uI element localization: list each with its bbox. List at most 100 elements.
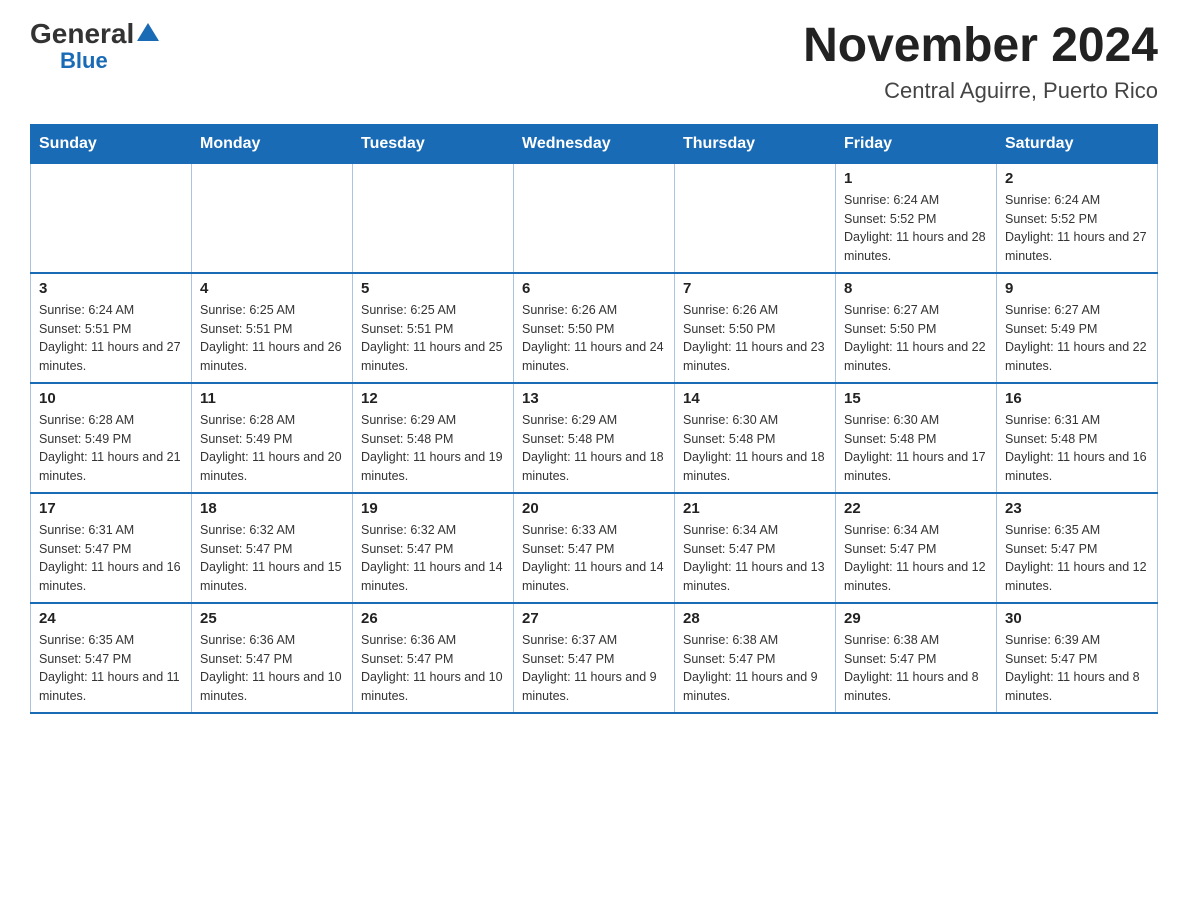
- day-info: Sunrise: 6:28 AMSunset: 5:49 PMDaylight:…: [200, 411, 344, 486]
- day-number: 21: [683, 500, 827, 517]
- logo: General Blue: [30, 20, 159, 74]
- day-number: 22: [844, 500, 988, 517]
- weekday-header-friday: Friday: [836, 124, 997, 163]
- calendar-cell: 30Sunrise: 6:39 AMSunset: 5:47 PMDayligh…: [997, 603, 1158, 713]
- day-info: Sunrise: 6:34 AMSunset: 5:47 PMDaylight:…: [683, 521, 827, 596]
- calendar-cell: 19Sunrise: 6:32 AMSunset: 5:47 PMDayligh…: [353, 493, 514, 603]
- day-info: Sunrise: 6:32 AMSunset: 5:47 PMDaylight:…: [361, 521, 505, 596]
- calendar-cell: 3 Sunrise: 6:24 AMSunset: 5:51 PMDaylight…: [31, 273, 192, 383]
- calendar-cell: 16 Sunrise: 6:31 AMSunset: 5:48 PMDayligh…: [997, 383, 1158, 493]
- day-number: 27: [522, 610, 666, 627]
- calendar-cell: 28 Sunrise: 6:38 AMSunset: 5:47 PMDayligh…: [675, 603, 836, 713]
- day-number: 5: [361, 280, 505, 297]
- calendar-cell: 20 Sunrise: 6:33 AMSunset: 5:47 PMDayligh…: [514, 493, 675, 603]
- day-info: Sunrise: 6:25 AMSunset: 5:51 PMDaylight:…: [361, 301, 505, 376]
- day-number: 15: [844, 390, 988, 407]
- weekday-header-sunday: Sunday: [31, 124, 192, 163]
- day-info: Sunrise: 6:31 AMSunset: 5:47 PMDaylight:…: [39, 521, 183, 596]
- calendar-cell: 17 Sunrise: 6:31 AMSunset: 5:47 PMDayligh…: [31, 493, 192, 603]
- calendar-week-row: 1 Sunrise: 6:24 AMSunset: 5:52 PMDaylight…: [31, 163, 1158, 273]
- weekday-header-saturday: Saturday: [997, 124, 1158, 163]
- calendar-cell: 29Sunrise: 6:38 AMSunset: 5:47 PMDayligh…: [836, 603, 997, 713]
- page-title: November 2024: [803, 20, 1158, 73]
- logo-general-text: General: [30, 20, 134, 48]
- day-number: 10: [39, 390, 183, 407]
- day-number: 3: [39, 280, 183, 297]
- day-info: Sunrise: 6:37 AMSunset: 5:47 PMDaylight:…: [522, 631, 666, 706]
- calendar-cell: [514, 163, 675, 273]
- calendar-cell: 9 Sunrise: 6:27 AMSunset: 5:49 PMDaylight…: [997, 273, 1158, 383]
- day-info: Sunrise: 6:32 AMSunset: 5:47 PMDaylight:…: [200, 521, 344, 596]
- day-info: Sunrise: 6:24 AMSunset: 5:51 PMDaylight:…: [39, 301, 183, 376]
- calendar-cell: [31, 163, 192, 273]
- calendar-cell: 11 Sunrise: 6:28 AMSunset: 5:49 PMDayligh…: [192, 383, 353, 493]
- day-number: 17: [39, 500, 183, 517]
- day-number: 16: [1005, 390, 1149, 407]
- calendar-week-row: 17 Sunrise: 6:31 AMSunset: 5:47 PMDayligh…: [31, 493, 1158, 603]
- day-info: Sunrise: 6:35 AMSunset: 5:47 PMDaylight:…: [1005, 521, 1149, 596]
- calendar-cell: 26Sunrise: 6:36 AMSunset: 5:47 PMDayligh…: [353, 603, 514, 713]
- day-number: 4: [200, 280, 344, 297]
- day-number: 20: [522, 500, 666, 517]
- calendar-cell: [192, 163, 353, 273]
- weekday-header-tuesday: Tuesday: [353, 124, 514, 163]
- day-info: Sunrise: 6:25 AMSunset: 5:51 PMDaylight:…: [200, 301, 344, 376]
- day-number: 18: [200, 500, 344, 517]
- day-info: Sunrise: 6:27 AMSunset: 5:50 PMDaylight:…: [844, 301, 988, 376]
- weekday-header-monday: Monday: [192, 124, 353, 163]
- day-info: Sunrise: 6:33 AMSunset: 5:47 PMDaylight:…: [522, 521, 666, 596]
- calendar-cell: 5 Sunrise: 6:25 AMSunset: 5:51 PMDaylight…: [353, 273, 514, 383]
- calendar-cell: 22 Sunrise: 6:34 AMSunset: 5:47 PMDayligh…: [836, 493, 997, 603]
- day-info: Sunrise: 6:30 AMSunset: 5:48 PMDaylight:…: [683, 411, 827, 486]
- day-info: Sunrise: 6:29 AMSunset: 5:48 PMDaylight:…: [522, 411, 666, 486]
- calendar-cell: 25 Sunrise: 6:36 AMSunset: 5:47 PMDayligh…: [192, 603, 353, 713]
- calendar-week-row: 3 Sunrise: 6:24 AMSunset: 5:51 PMDaylight…: [31, 273, 1158, 383]
- day-info: Sunrise: 6:24 AMSunset: 5:52 PMDaylight:…: [844, 191, 988, 266]
- calendar-cell: 8 Sunrise: 6:27 AMSunset: 5:50 PMDaylight…: [836, 273, 997, 383]
- day-number: 11: [200, 390, 344, 407]
- calendar-cell: 2 Sunrise: 6:24 AMSunset: 5:52 PMDaylight…: [997, 163, 1158, 273]
- calendar-cell: 27 Sunrise: 6:37 AMSunset: 5:47 PMDayligh…: [514, 603, 675, 713]
- day-number: 12: [361, 390, 505, 407]
- day-info: Sunrise: 6:24 AMSunset: 5:52 PMDaylight:…: [1005, 191, 1149, 266]
- logo-blue-text: Blue: [60, 48, 108, 74]
- calendar-cell: 10 Sunrise: 6:28 AMSunset: 5:49 PMDayligh…: [31, 383, 192, 493]
- page-subtitle: Central Aguirre, Puerto Rico: [803, 78, 1158, 104]
- day-number: 26: [361, 610, 505, 627]
- calendar-week-row: 10 Sunrise: 6:28 AMSunset: 5:49 PMDayligh…: [31, 383, 1158, 493]
- calendar-cell: 4 Sunrise: 6:25 AMSunset: 5:51 PMDaylight…: [192, 273, 353, 383]
- calendar-table: SundayMondayTuesdayWednesdayThursdayFrid…: [30, 124, 1158, 714]
- calendar-cell: 21 Sunrise: 6:34 AMSunset: 5:47 PMDayligh…: [675, 493, 836, 603]
- day-number: 2: [1005, 170, 1149, 187]
- day-number: 29: [844, 610, 988, 627]
- day-info: Sunrise: 6:35 AMSunset: 5:47 PMDaylight:…: [39, 631, 183, 706]
- day-info: Sunrise: 6:34 AMSunset: 5:47 PMDaylight:…: [844, 521, 988, 596]
- day-info: Sunrise: 6:39 AMSunset: 5:47 PMDaylight:…: [1005, 631, 1149, 706]
- day-info: Sunrise: 6:29 AMSunset: 5:48 PMDaylight:…: [361, 411, 505, 486]
- day-info: Sunrise: 6:28 AMSunset: 5:49 PMDaylight:…: [39, 411, 183, 486]
- day-info: Sunrise: 6:26 AMSunset: 5:50 PMDaylight:…: [683, 301, 827, 376]
- day-number: 14: [683, 390, 827, 407]
- logo-triangle-icon: [137, 21, 159, 43]
- calendar-cell: 18 Sunrise: 6:32 AMSunset: 5:47 PMDayligh…: [192, 493, 353, 603]
- day-number: 23: [1005, 500, 1149, 517]
- calendar-cell: 13 Sunrise: 6:29 AMSunset: 5:48 PMDayligh…: [514, 383, 675, 493]
- page-header: General Blue November 2024 Central Aguir…: [30, 20, 1158, 104]
- calendar-cell: 1 Sunrise: 6:24 AMSunset: 5:52 PMDaylight…: [836, 163, 997, 273]
- day-number: 25: [200, 610, 344, 627]
- calendar-cell: [353, 163, 514, 273]
- day-number: 28: [683, 610, 827, 627]
- day-number: 13: [522, 390, 666, 407]
- day-info: Sunrise: 6:26 AMSunset: 5:50 PMDaylight:…: [522, 301, 666, 376]
- day-info: Sunrise: 6:27 AMSunset: 5:49 PMDaylight:…: [1005, 301, 1149, 376]
- day-info: Sunrise: 6:31 AMSunset: 5:48 PMDaylight:…: [1005, 411, 1149, 486]
- calendar-cell: 14 Sunrise: 6:30 AMSunset: 5:48 PMDayligh…: [675, 383, 836, 493]
- day-info: Sunrise: 6:38 AMSunset: 5:47 PMDaylight:…: [683, 631, 827, 706]
- day-info: Sunrise: 6:36 AMSunset: 5:47 PMDaylight:…: [200, 631, 344, 706]
- day-number: 1: [844, 170, 988, 187]
- title-area: November 2024 Central Aguirre, Puerto Ri…: [803, 20, 1158, 104]
- day-number: 9: [1005, 280, 1149, 297]
- day-number: 8: [844, 280, 988, 297]
- day-number: 24: [39, 610, 183, 627]
- calendar-cell: 23 Sunrise: 6:35 AMSunset: 5:47 PMDayligh…: [997, 493, 1158, 603]
